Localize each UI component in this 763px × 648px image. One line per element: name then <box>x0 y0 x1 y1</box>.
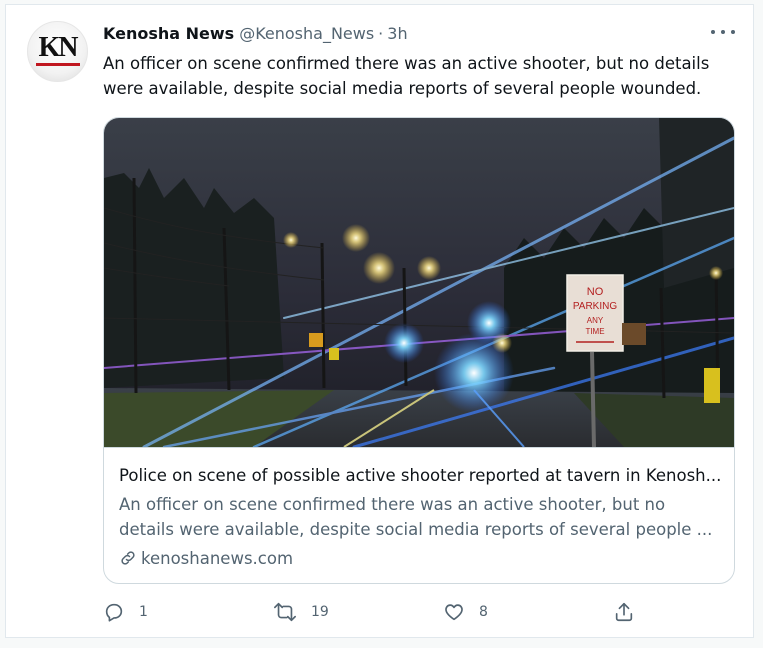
card-domain-text: kenoshanews.com <box>141 548 294 568</box>
svg-text:TIME: TIME <box>585 327 604 336</box>
display-name[interactable]: Kenosha News <box>103 24 234 43</box>
reply-button[interactable]: 1 <box>103 599 148 625</box>
avatar-logo-bar <box>35 62 80 66</box>
tweet-text: An officer on scene confirmed there was … <box>103 51 723 101</box>
avatar[interactable]: KN <box>27 21 88 82</box>
link-preview-card[interactable]: NO PARKING ANY TIME Police on scene of p… <box>103 117 735 584</box>
link-icon <box>121 551 135 565</box>
retweet-count: 19 <box>311 604 329 620</box>
user-handle[interactable]: @Kenosha_News <box>239 24 374 43</box>
tweet-text-line: An officer on scene confirmed there was … <box>103 54 710 73</box>
share-icon <box>615 602 633 622</box>
like-icon <box>445 604 463 621</box>
svg-text:PARKING: PARKING <box>573 301 617 312</box>
share-button[interactable] <box>613 599 649 625</box>
card-title[interactable]: Police on scene of possible active shoot… <box>119 465 724 487</box>
more-icon[interactable] <box>711 24 735 40</box>
action-bar: 1 19 8 <box>103 599 723 625</box>
like-count: 8 <box>479 604 488 620</box>
like-button[interactable]: 8 <box>443 599 488 625</box>
card-description-line: An officer on scene confirmed there was … <box>119 495 666 514</box>
tweet-text-line: were available, despite social media rep… <box>103 79 702 98</box>
avatar-logo-text: KN <box>38 31 79 63</box>
tweet-card[interactable]: KN Kenosha News @Kenosha_News · 3h An of… <box>5 4 754 638</box>
card-domain[interactable]: kenoshanews.com <box>119 547 293 569</box>
retweet-icon <box>274 602 296 622</box>
timestamp[interactable]: 3h <box>387 24 407 43</box>
retweet-button[interactable]: 19 <box>273 599 329 625</box>
reply-icon <box>105 603 123 622</box>
svg-text:ANY: ANY <box>587 316 604 325</box>
separator-dot: · <box>378 23 384 43</box>
card-description-line: details were available, despite social m… <box>119 520 713 539</box>
tweet-header: Kenosha News @Kenosha_News · 3h <box>103 22 408 44</box>
card-image[interactable]: NO PARKING ANY TIME <box>104 118 734 448</box>
reply-count: 1 <box>139 604 148 620</box>
svg-text:NO: NO <box>587 286 604 298</box>
card-description: An officer on scene confirmed there was … <box>119 492 714 542</box>
